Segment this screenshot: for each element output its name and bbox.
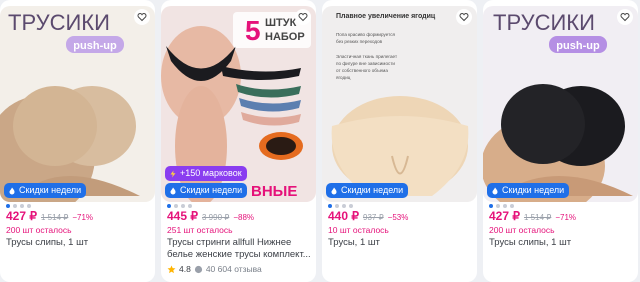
image-title: ТРУСИКИ xyxy=(8,10,110,35)
image-caption: по фигуре вне зависимости xyxy=(336,61,395,66)
badge-label: +150 марковок xyxy=(180,168,242,178)
image-caption: Эластичная ткань прилегает xyxy=(336,54,398,59)
price-row: 440 ₽ 937 ₽ −53% xyxy=(328,209,408,223)
fire-icon xyxy=(170,187,176,194)
image-heading: Плавное увеличение ягодиц xyxy=(336,13,436,20)
weekly-deals-badge: Скидки недели xyxy=(326,183,409,198)
discount: −88% xyxy=(233,213,255,222)
favorite-button[interactable] xyxy=(295,9,311,25)
current-price: 427 ₽ xyxy=(6,209,37,223)
favorite-button[interactable] xyxy=(456,9,472,25)
heart-icon xyxy=(459,13,469,22)
badge-label: Скидки недели xyxy=(19,185,82,195)
image-title: ТРУСИКИ xyxy=(493,10,595,35)
old-price: 937 ₽ xyxy=(363,213,384,222)
image-caption: Попа красиво формируется xyxy=(336,32,395,37)
heart-icon xyxy=(298,13,308,22)
stock-left: 200 шт осталось xyxy=(6,225,72,235)
old-price: 1 514 ₽ xyxy=(41,213,69,222)
weekly-deals-badge: Скидки недели xyxy=(487,183,570,198)
product-photo: ТРУСИКИ push-up xyxy=(483,6,638,202)
price-row: 445 ₽ 3 990 ₽ −88% xyxy=(167,209,254,223)
image-pager xyxy=(483,204,638,208)
badge-label: Скидки недели xyxy=(341,185,404,195)
image-bottom-text: ВНЫЕ xyxy=(251,183,297,200)
image-caption: от собственного объема xyxy=(336,68,388,73)
badge-label: Скидки недели xyxy=(180,185,243,195)
image-pill: push-up xyxy=(73,40,117,52)
current-price: 440 ₽ xyxy=(328,209,359,223)
star-icon xyxy=(167,265,176,273)
current-price: 427 ₽ xyxy=(489,209,520,223)
discount: −71% xyxy=(72,213,94,222)
image-pill: push-up xyxy=(556,40,600,52)
promo-number: 5 xyxy=(245,15,261,46)
rating: 4.8 40 604 отзыва xyxy=(167,264,262,274)
product-card[interactable]: 5 ШТУК НАБОР ВНЫЕ +150 марковок Скидки н… xyxy=(161,0,316,282)
rating-value: 4.8 xyxy=(179,264,191,274)
product-card[interactable]: ТРУСИКИ push-up Скидки недели 427 ₽ 1 51… xyxy=(483,0,638,282)
product-card[interactable]: Плавное увеличение ягодиц Попа красиво ф… xyxy=(322,0,477,282)
product-photo: ТРУСИКИ push-up xyxy=(0,6,155,202)
discount: −53% xyxy=(387,213,409,222)
product-image[interactable]: Плавное увеличение ягодиц Попа красиво ф… xyxy=(322,6,477,202)
reviews-count: 40 604 отзыва xyxy=(205,264,262,274)
carrot-bonus-badge: +150 марковок xyxy=(165,166,247,181)
image-pager xyxy=(161,204,316,208)
favorite-button[interactable] xyxy=(617,9,633,25)
stock-left: 10 шт осталось xyxy=(328,225,389,235)
product-card[interactable]: ТРУСИКИ push-up Скидки недели 427 ₽ 1 51… xyxy=(0,0,155,282)
image-caption: без резких переходов xyxy=(336,39,383,44)
product-image[interactable]: 5 ШТУК НАБОР ВНЫЕ +150 марковок Скидки н… xyxy=(161,6,316,202)
product-name[interactable]: Трусы слипы, 1 шт xyxy=(489,237,637,249)
price-row: 427 ₽ 1 514 ₽ −71% xyxy=(6,209,93,223)
stock-left: 200 шт осталось xyxy=(489,225,555,235)
price-row: 427 ₽ 1 514 ₽ −71% xyxy=(489,209,576,223)
product-name[interactable]: Трусы, 1 шт xyxy=(328,237,476,249)
current-price: 445 ₽ xyxy=(167,209,198,223)
product-image[interactable]: ТРУСИКИ push-up Скидки недели xyxy=(483,6,638,202)
heart-icon xyxy=(620,13,630,22)
fire-icon xyxy=(9,187,15,194)
old-price: 1 514 ₽ xyxy=(524,213,552,222)
promo-word1: ШТУК xyxy=(265,17,297,29)
weekly-deals-badge: Скидки недели xyxy=(4,183,87,198)
fire-icon xyxy=(492,187,498,194)
badge-label: Скидки недели xyxy=(502,185,565,195)
product-name[interactable]: Трусы стринги allfull Нижнее белье женск… xyxy=(167,237,315,261)
old-price: 3 990 ₽ xyxy=(202,213,230,222)
image-caption: ягодиц xyxy=(336,75,351,80)
stock-left: 251 шт осталось xyxy=(167,225,233,235)
reviews-icon xyxy=(194,265,202,273)
product-grid: ТРУСИКИ push-up Скидки недели 427 ₽ 1 51… xyxy=(0,0,640,282)
discount: −71% xyxy=(555,213,577,222)
favorite-button[interactable] xyxy=(134,9,150,25)
heart-icon xyxy=(137,13,147,22)
fire-icon xyxy=(331,187,337,194)
product-image[interactable]: ТРУСИКИ push-up Скидки недели xyxy=(0,6,155,202)
weekly-deals-badge: Скидки недели xyxy=(165,183,248,198)
image-pager xyxy=(322,204,477,208)
lightning-icon xyxy=(170,170,176,177)
promo-word2: НАБОР xyxy=(265,31,305,43)
image-pager xyxy=(0,204,155,208)
product-name[interactable]: Трусы слипы, 1 шт xyxy=(6,237,154,249)
product-photo: Плавное увеличение ягодиц Попа красиво ф… xyxy=(322,6,477,202)
